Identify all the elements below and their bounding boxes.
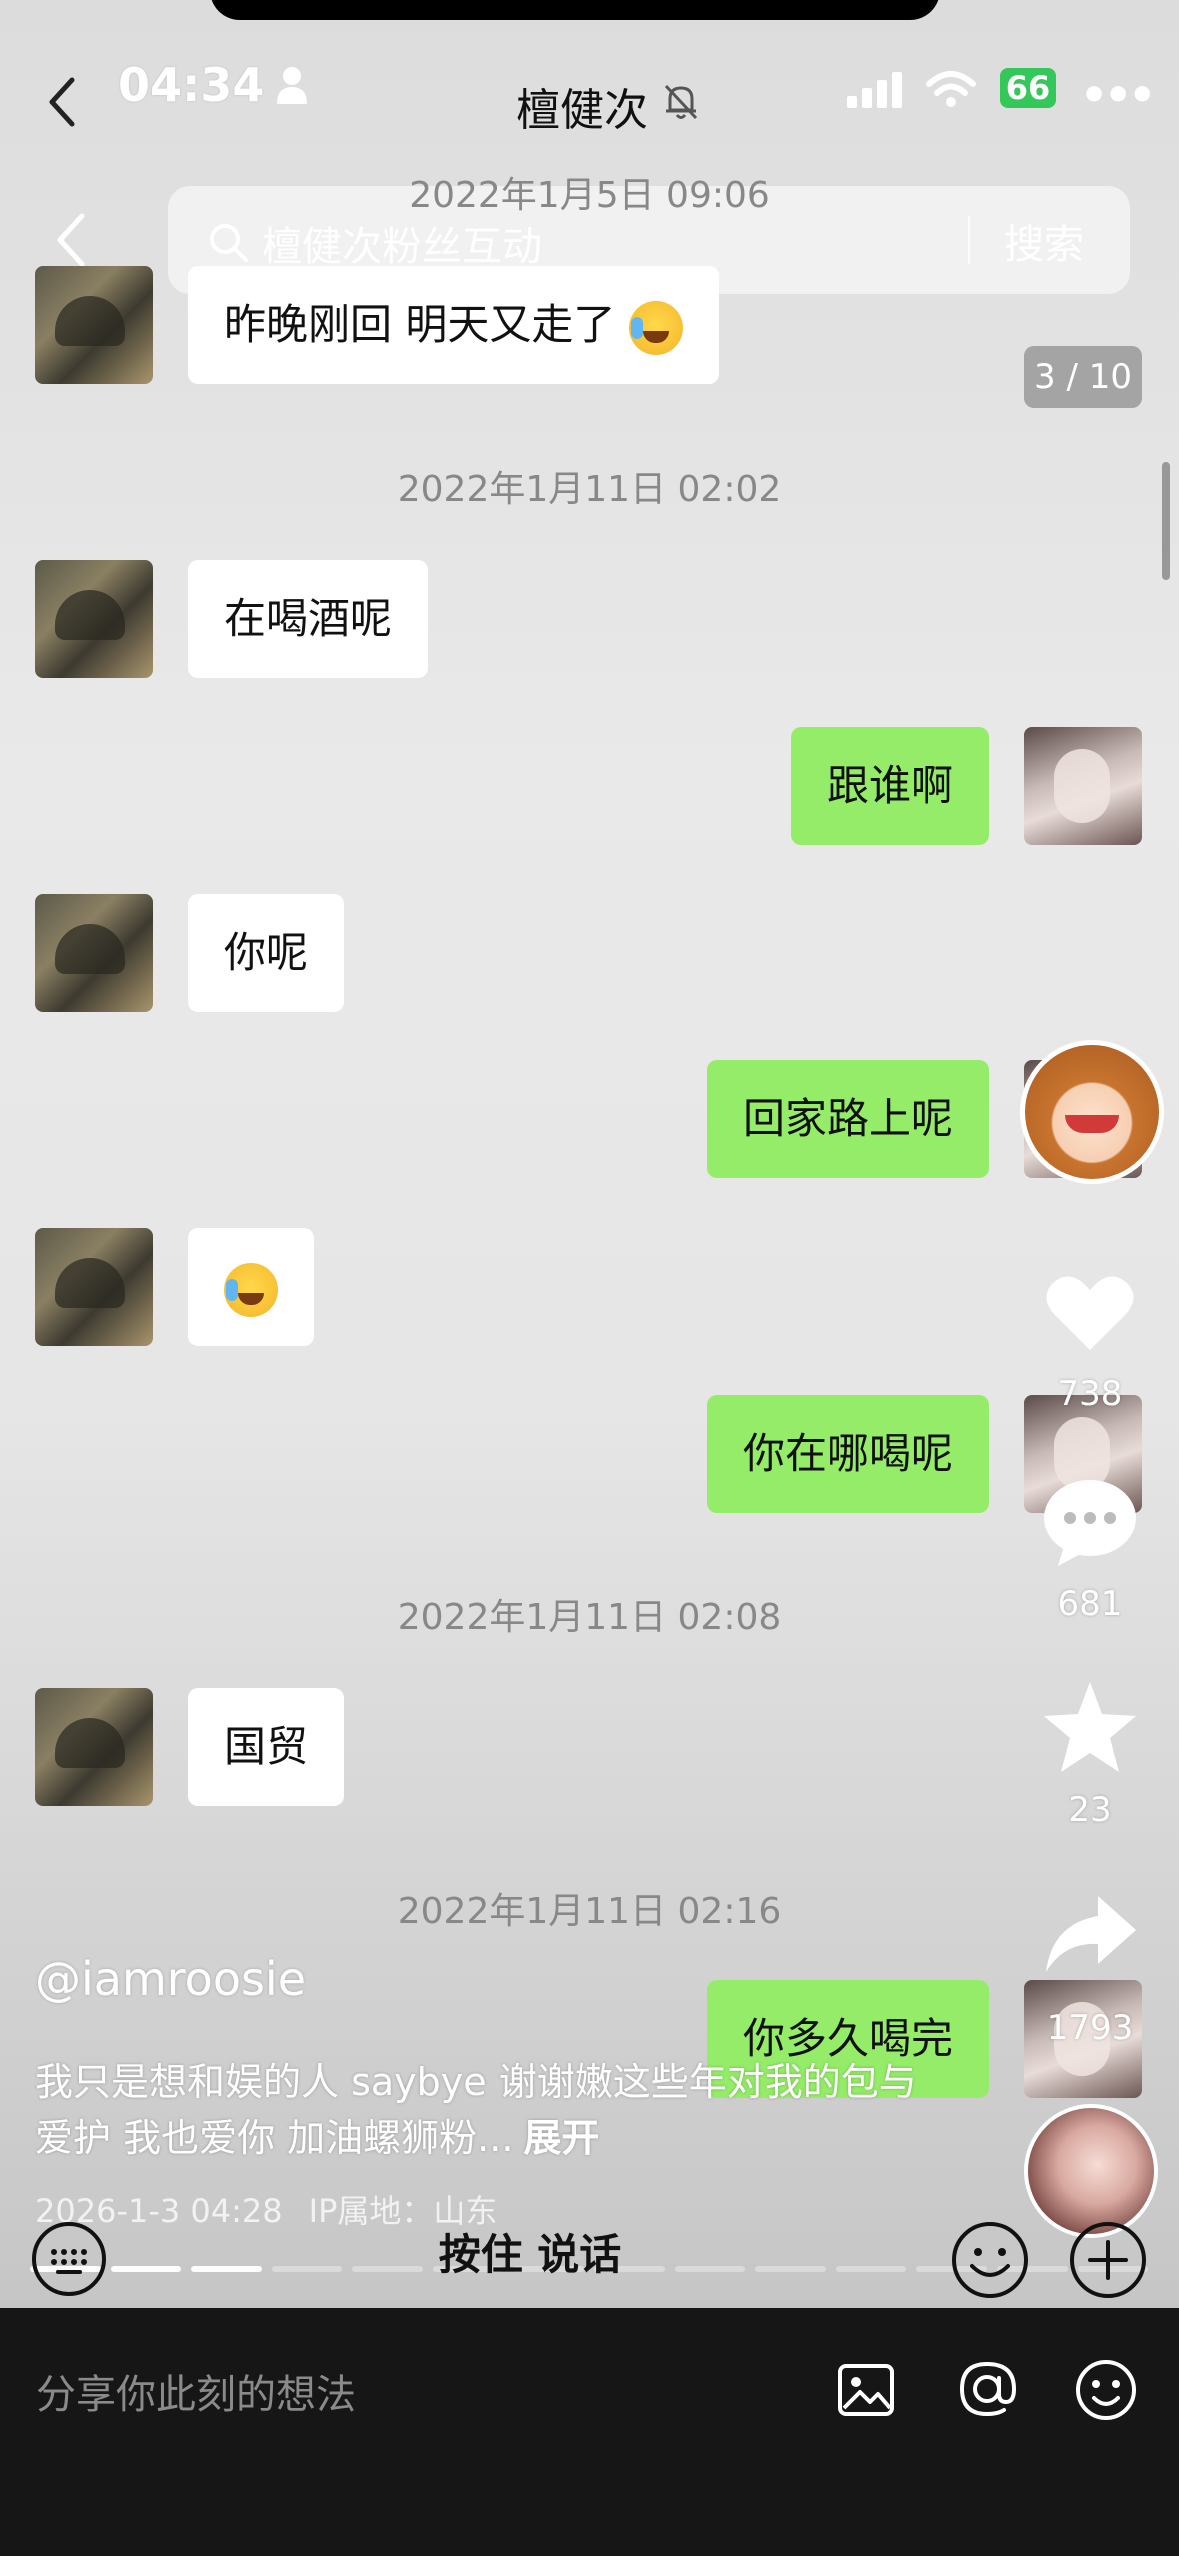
search-input[interactable]: 檀健次粉丝互动 bbox=[262, 214, 542, 272]
avatar[interactable] bbox=[35, 266, 153, 384]
bell-muted-icon bbox=[664, 84, 698, 120]
crying-laughing-emoji-icon bbox=[628, 300, 683, 355]
search-divider bbox=[968, 216, 970, 264]
avatar[interactable] bbox=[35, 894, 153, 1012]
post-caption[interactable]: 我只是想和娱的人 saybye 谢谢嫩这些年对我的包与爱护 我也爱你 加油螺狮粉… bbox=[35, 2054, 935, 2166]
comment-icon[interactable] bbox=[1040, 1472, 1140, 1572]
star-icon[interactable] bbox=[1040, 1678, 1140, 1778]
message-bubble[interactable]: 国贸 bbox=[188, 1688, 345, 1806]
at-icon[interactable] bbox=[954, 2356, 1020, 2422]
share-count: 1793 bbox=[1046, 2008, 1134, 2048]
avatar[interactable] bbox=[35, 1688, 153, 1806]
message-bubble[interactable]: 昨晚刚回 明天又走了 bbox=[188, 266, 719, 384]
message-text: 在喝酒呢 bbox=[224, 594, 393, 643]
back-icon[interactable] bbox=[38, 72, 88, 132]
emoji-icon[interactable] bbox=[1074, 2358, 1138, 2422]
plus-icon[interactable] bbox=[1068, 2220, 1148, 2300]
share-icon[interactable] bbox=[1040, 1886, 1140, 1986]
more-icon[interactable]: ••• bbox=[1080, 70, 1156, 121]
message-text: 昨晚刚回 明天又走了 bbox=[224, 300, 616, 349]
author-handle[interactable]: @iamroosie bbox=[35, 1952, 306, 2006]
like-count: 738 bbox=[1057, 1374, 1123, 1414]
timestamp: 2022年1月5日 09:06 bbox=[409, 175, 770, 216]
message-bubble[interactable]: 回家路上呢 bbox=[706, 1060, 989, 1178]
message-text: 你呢 bbox=[224, 928, 309, 977]
heart-icon[interactable] bbox=[1040, 1262, 1140, 1362]
message-bubble[interactable]: 跟谁啊 bbox=[790, 727, 989, 845]
chat-title: 檀健次 bbox=[516, 85, 648, 136]
camera-notch bbox=[210, 0, 940, 20]
person-icon bbox=[277, 67, 307, 104]
comment-count: 681 bbox=[1057, 1584, 1123, 1624]
wifi-icon bbox=[926, 71, 976, 107]
caption-text: 我只是想和娱的人 saybye 谢谢嫩这些年对我的包与爱护 我也爱你 加油螺狮粉… bbox=[35, 2060, 917, 2160]
status-time: 04:34 bbox=[118, 58, 265, 112]
timestamp: 2022年1月11日 02:02 bbox=[397, 469, 782, 510]
expand-link[interactable]: 展开 bbox=[523, 2116, 599, 2160]
hold-to-talk-button[interactable]: 按住 说话 bbox=[140, 2200, 920, 2310]
search-icon bbox=[210, 224, 248, 262]
message-bubble[interactable]: 在喝酒呢 bbox=[188, 560, 429, 678]
comment-bar bbox=[0, 2308, 1179, 2556]
page-counter: 3 / 10 bbox=[1024, 346, 1142, 408]
avatar[interactable] bbox=[35, 560, 153, 678]
message-text: 跟谁啊 bbox=[826, 761, 953, 810]
avatar[interactable] bbox=[35, 1228, 153, 1346]
message-text: 回家路上呢 bbox=[742, 1094, 953, 1143]
search-button[interactable]: 搜索 bbox=[1004, 212, 1084, 270]
message-text: 国贸 bbox=[224, 1722, 309, 1771]
signal-icon bbox=[847, 72, 902, 108]
keyboard-icon[interactable] bbox=[30, 2220, 108, 2298]
message-bubble[interactable] bbox=[188, 1228, 314, 1346]
image-icon[interactable] bbox=[836, 2360, 896, 2420]
favorite-count: 23 bbox=[1068, 1790, 1112, 1830]
message-bubble[interactable]: 你呢 bbox=[188, 894, 345, 1012]
cartoon-avatar[interactable] bbox=[1020, 1040, 1164, 1184]
crying-laughing-emoji-icon bbox=[224, 1262, 278, 1317]
message-bubble[interactable]: 你在哪喝呢 bbox=[706, 1395, 989, 1513]
smiley-icon[interactable] bbox=[950, 2220, 1030, 2300]
timestamp: 2022年1月11日 02:16 bbox=[397, 1891, 782, 1932]
timestamp: 2022年1月11日 02:08 bbox=[397, 1597, 782, 1638]
message-text: 你在哪喝呢 bbox=[742, 1429, 953, 1478]
battery-indicator: 66 bbox=[1000, 68, 1056, 108]
avatar[interactable] bbox=[1024, 727, 1142, 845]
comment-input[interactable]: 分享你此刻的想法 bbox=[36, 2362, 356, 2420]
